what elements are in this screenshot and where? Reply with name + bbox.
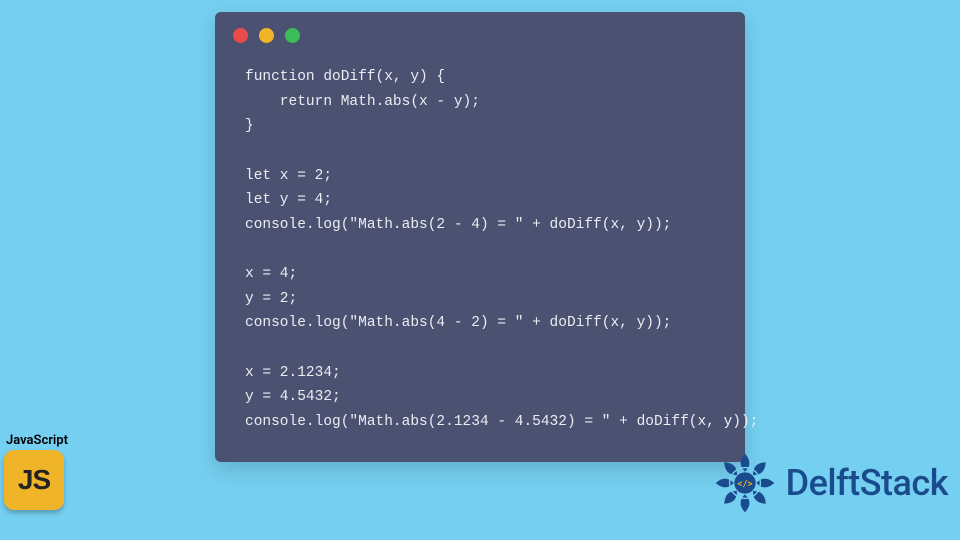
minimize-dot-icon bbox=[259, 28, 274, 43]
mandala-icon: </> bbox=[710, 448, 780, 518]
svg-text:</>: </> bbox=[737, 479, 752, 489]
javascript-label: JavaScript bbox=[6, 433, 74, 448]
javascript-icon: JS bbox=[4, 450, 64, 510]
maximize-dot-icon bbox=[285, 28, 300, 43]
window-titlebar bbox=[215, 12, 745, 53]
code-content: function doDiff(x, y) { return Math.abs(… bbox=[215, 53, 745, 455]
brand-name: DelftStack bbox=[786, 462, 948, 504]
javascript-badge: JavaScript JS bbox=[4, 433, 74, 510]
close-dot-icon bbox=[233, 28, 248, 43]
brand-logo: </> DelftStack bbox=[710, 448, 948, 518]
code-editor-window: function doDiff(x, y) { return Math.abs(… bbox=[215, 12, 745, 462]
javascript-icon-text: JS bbox=[18, 464, 50, 496]
